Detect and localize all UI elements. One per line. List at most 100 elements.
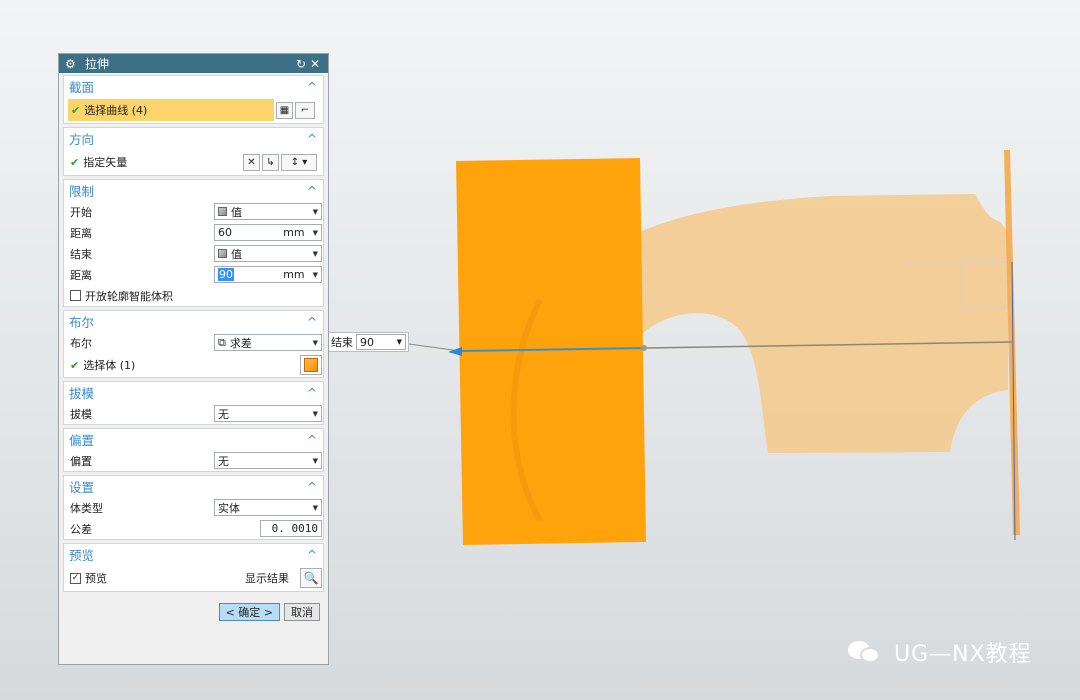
dialog-footer: < 确定 > 取消	[59, 595, 328, 621]
value-icon	[218, 207, 227, 216]
show-result-label: 显示结果	[245, 572, 289, 585]
preview-header[interactable]: 预览 ^	[64, 544, 323, 565]
chevron-up-icon[interactable]: ^	[305, 132, 319, 146]
body-type-dropdown[interactable]: 实体 ▼	[214, 499, 322, 516]
draft-panel: 拔模 ^ 拔模 无 ▼	[63, 381, 324, 425]
dialog-title: 拉伸	[85, 57, 110, 71]
settings-panel: 设置 ^ 体类型 实体 ▼ 公差 0. 0010	[63, 475, 324, 540]
select-curve-label: 选择曲线 (4)	[84, 104, 148, 117]
vector-type-dropdown[interactable]: ↕ ▾	[281, 153, 317, 171]
check-icon: ✔	[70, 358, 80, 372]
open-profile-checkbox[interactable]	[70, 290, 81, 301]
start-type-dropdown[interactable]: 值 ▼	[214, 203, 322, 220]
start-distance-input[interactable]: 60 mm ▼	[214, 224, 322, 241]
preview-title: 预览	[69, 548, 95, 563]
offset-header[interactable]: 偏置 ^	[64, 429, 323, 450]
chevron-up-icon[interactable]: ^	[305, 315, 319, 329]
onscreen-value: 90	[360, 335, 374, 349]
section-title: 截面	[69, 80, 95, 95]
onscreen-label: 结束	[331, 336, 353, 349]
chevron-up-icon[interactable]: ^	[305, 80, 319, 94]
ok-button[interactable]: < 确定 >	[218, 603, 280, 621]
preview-outline-box	[961, 257, 1009, 309]
chevron-up-icon[interactable]: ^	[305, 433, 319, 447]
end-distance-unit: mm	[283, 268, 305, 281]
boolean-panel: 布尔 ^ 布尔 ⧉ 求差 ▼ ✔ 选择体 (1)	[63, 310, 324, 378]
onscreen-value-dropdown[interactable]: 90 ▼	[356, 334, 406, 350]
gear-icon[interactable]: ⚙	[65, 57, 79, 71]
start-distance-unit: mm	[283, 226, 305, 239]
direction-title: 方向	[69, 132, 95, 147]
preview-panel: 预览 ^ ✓ 预览 显示结果 🔍	[63, 543, 324, 592]
draft-value: 无	[218, 407, 229, 421]
start-distance-value: 60	[218, 226, 232, 239]
watermark: UG—NX教程	[848, 636, 1032, 668]
select-body-label: 选择体 (1)	[83, 359, 136, 372]
settings-title: 设置	[69, 480, 95, 495]
sketch-section-icon[interactable]: ▦	[276, 101, 293, 119]
value-icon	[218, 249, 227, 258]
boolean-dropdown[interactable]: ⧉ 求差 ▼	[214, 334, 322, 351]
solid-body-icon	[304, 358, 318, 372]
reverse-direction-icon[interactable]: ✕	[243, 153, 260, 171]
offset-dropdown[interactable]: 无 ▼	[214, 452, 322, 469]
cancel-button[interactable]: 取消	[284, 603, 320, 621]
preview-label: 预览	[85, 572, 107, 585]
watermark-text: UG—NX教程	[894, 642, 1032, 667]
end-type-dropdown[interactable]: 值 ▼	[214, 245, 322, 262]
chevron-up-icon[interactable]: ^	[305, 184, 319, 198]
offset-value: 无	[218, 454, 229, 468]
wechat-icon	[848, 639, 882, 665]
chevron-down-icon: ▼	[312, 338, 318, 347]
chevron-down-icon: ▼	[312, 503, 318, 512]
chevron-up-icon[interactable]: ^	[305, 386, 319, 400]
boolean-title: 布尔	[69, 315, 95, 330]
chevron-down-icon: ▼	[312, 409, 318, 418]
chevron-down-icon: ▼	[312, 456, 318, 465]
chevron-up-icon[interactable]: ^	[305, 480, 319, 494]
show-result-magnifier-icon[interactable]: 🔍	[300, 568, 322, 588]
reset-icon[interactable]: ↻	[294, 57, 308, 71]
offset-panel: 偏置 ^ 偏置 无 ▼	[63, 428, 324, 472]
check-icon: ✔	[70, 155, 80, 169]
draft-header[interactable]: 拔模 ^	[64, 382, 323, 403]
end-distance-onscreen-input: 结束 90 ▼	[328, 332, 409, 352]
profile-plate	[1004, 150, 1020, 535]
curve-select-icon[interactable]: ⌐	[295, 101, 315, 119]
drag-handle-arrow	[448, 347, 462, 356]
draft-dropdown[interactable]: 无 ▼	[214, 405, 322, 422]
chevron-down-icon: ▼	[396, 338, 402, 346]
section-header[interactable]: 截面 ^	[64, 76, 323, 97]
chevron-down-icon: ▼	[312, 249, 318, 258]
start-type-value: 值	[231, 205, 242, 219]
specify-vector-label: 指定矢量	[83, 156, 128, 169]
end-distance-value: 90	[218, 268, 234, 281]
extrude-dialog: ⚙ 拉伸 ↻ ✕ 截面 ^ ✔ 选择曲线 (4) ▦ ⌐ 方向 ^ ✔ 指定矢量…	[58, 53, 329, 665]
select-body-button[interactable]	[300, 355, 322, 375]
section-panel: 截面 ^ ✔ 选择曲线 (4) ▦ ⌐	[63, 75, 324, 124]
draft-title: 拔模	[69, 386, 95, 401]
open-profile-label: 开放轮廓智能体积	[85, 289, 173, 303]
limits-panel: 限制 ^ 开始 值 ▼ 距离 60 mm ▼ 结束 值 ▼ 距离 90 mm ▼…	[63, 179, 324, 307]
select-curve-field[interactable]: ✔ 选择曲线 (4)	[68, 99, 274, 121]
check-icon: ✔	[71, 103, 81, 117]
dialog-titlebar: ⚙ 拉伸 ↻ ✕	[59, 54, 328, 73]
limits-header[interactable]: 限制 ^	[64, 180, 323, 201]
vector-dialog-icon[interactable]: ↳	[262, 153, 279, 171]
boolean-header[interactable]: 布尔 ^	[64, 311, 323, 332]
end-distance-input[interactable]: 90 mm ▼	[214, 266, 322, 283]
boolean-value: 求差	[229, 336, 252, 350]
origin-handle	[641, 345, 647, 351]
tolerance-input[interactable]: 0. 0010	[260, 520, 322, 537]
chevron-down-icon: ▼	[312, 270, 318, 279]
preview-checkbox[interactable]: ✓	[70, 572, 81, 584]
chevron-down-icon: ▼	[312, 228, 318, 237]
offset-title: 偏置	[69, 433, 95, 448]
chevron-up-icon[interactable]: ^	[305, 548, 319, 562]
body-type-value: 实体	[218, 501, 240, 515]
direction-header[interactable]: 方向 ^	[64, 128, 323, 149]
limits-title: 限制	[69, 184, 95, 199]
direction-panel: 方向 ^ ✔ 指定矢量 ✕ ↳ ↕ ▾	[63, 127, 324, 176]
settings-header[interactable]: 设置 ^	[64, 476, 323, 497]
close-icon[interactable]: ✕	[308, 57, 322, 71]
